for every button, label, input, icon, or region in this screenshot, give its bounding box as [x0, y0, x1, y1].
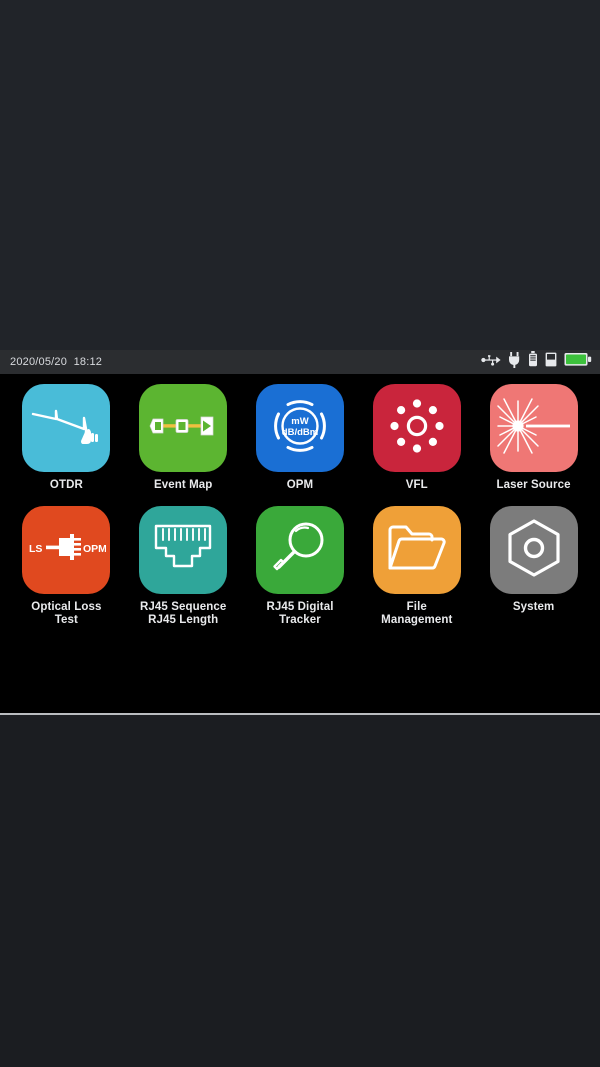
power-plug-icon — [508, 351, 521, 373]
app-rj45-digital-tracker[interactable]: RJ45 Digital Tracker — [242, 506, 359, 627]
letterbox-bottom — [0, 715, 600, 1067]
app-rj45-digital-tracker-tile[interactable] — [255, 506, 344, 594]
app-grid: OTDR Event Map mW dB/dBm OPM VFL Laser S… — [0, 374, 600, 713]
opm-gauge-top-text: mW — [291, 416, 308, 427]
app-event-map-tile[interactable] — [139, 384, 228, 472]
charger-icon — [528, 351, 538, 373]
app-optical-loss-test[interactable]: LS OPM Optical Loss Test — [8, 506, 125, 627]
letterbox-top — [0, 0, 600, 350]
app-otdr-tile[interactable] — [22, 384, 111, 472]
app-vfl-label: VFL — [405, 479, 428, 491]
app-grid-row-1: OTDR Event Map mW dB/dBm OPM VFL Laser S… — [8, 384, 592, 492]
grid-row-gap — [8, 492, 592, 506]
status-bar: 2020/05/20 18:12 — [0, 350, 600, 374]
app-rj45-sequence-label: RJ45 Sequence RJ45 Length — [140, 601, 227, 626]
status-datetime: 2020/05/20 18:12 — [10, 356, 103, 368]
app-vfl[interactable]: VFL — [358, 384, 475, 492]
app-rj45-sequence[interactable]: RJ45 Sequence RJ45 Length — [125, 506, 242, 627]
otdr-trace-icon — [29, 398, 103, 459]
magnifier-icon — [270, 518, 330, 583]
app-file-management[interactable]: File Management — [358, 506, 475, 627]
loss-test-badge-right: OPM — [83, 543, 106, 555]
loss-test-connector-icon: LS OPM — [26, 527, 108, 574]
app-laser-source[interactable]: Laser Source — [475, 384, 592, 492]
app-rj45-sequence-tile[interactable] — [139, 506, 228, 594]
app-event-map-label: Event Map — [153, 479, 213, 491]
app-optical-loss-test-tile[interactable]: LS OPM — [22, 506, 111, 594]
app-otdr[interactable]: OTDR — [8, 384, 125, 492]
brightness-sun-icon — [389, 398, 445, 459]
app-otdr-label: OTDR — [49, 479, 83, 491]
loss-test-badge-left: LS — [29, 543, 42, 555]
app-opm[interactable]: mW dB/dBm OPM — [242, 384, 359, 492]
laser-burst-icon — [496, 397, 572, 460]
hexagon-settings-icon — [505, 518, 563, 583]
app-vfl-tile[interactable] — [372, 384, 461, 472]
app-file-management-tile[interactable] — [372, 506, 461, 594]
device-screen: 2020/05/20 18:12 OTDR Event Map mW dB/dB… — [0, 350, 600, 713]
app-system-label: System — [512, 601, 555, 613]
app-event-map[interactable]: Event Map — [125, 384, 242, 492]
app-system[interactable]: System — [475, 506, 592, 627]
folder-open-icon — [386, 522, 448, 579]
fiber-link-icon — [147, 406, 219, 451]
app-file-management-label: File Management — [381, 601, 453, 626]
device-frame: 2020/05/20 18:12 OTDR Event Map mW dB/dB… — [0, 0, 600, 1067]
app-system-tile[interactable] — [489, 506, 578, 594]
rj45-jack-icon — [152, 522, 214, 579]
app-grid-row-2: LS OPM Optical Loss Test RJ45 Sequence R… — [8, 506, 592, 627]
app-opm-label: OPM — [286, 479, 314, 491]
app-opm-tile[interactable]: mW dB/dBm — [255, 384, 344, 472]
usb-icon — [481, 353, 501, 372]
status-icons — [481, 351, 592, 373]
opm-gauge-bottom-text: dB/dBm — [282, 427, 318, 438]
app-rj45-digital-tracker-label: RJ45 Digital Tracker — [266, 601, 334, 626]
app-optical-loss-test-label: Optical Loss Test — [31, 601, 102, 626]
battery-empty-icon — [545, 351, 557, 373]
power-meter-gauge-icon: mW dB/dBm — [266, 392, 334, 465]
app-laser-source-label: Laser Source — [496, 479, 571, 491]
app-laser-source-tile[interactable] — [489, 384, 578, 472]
battery-charged-icon — [564, 352, 592, 372]
